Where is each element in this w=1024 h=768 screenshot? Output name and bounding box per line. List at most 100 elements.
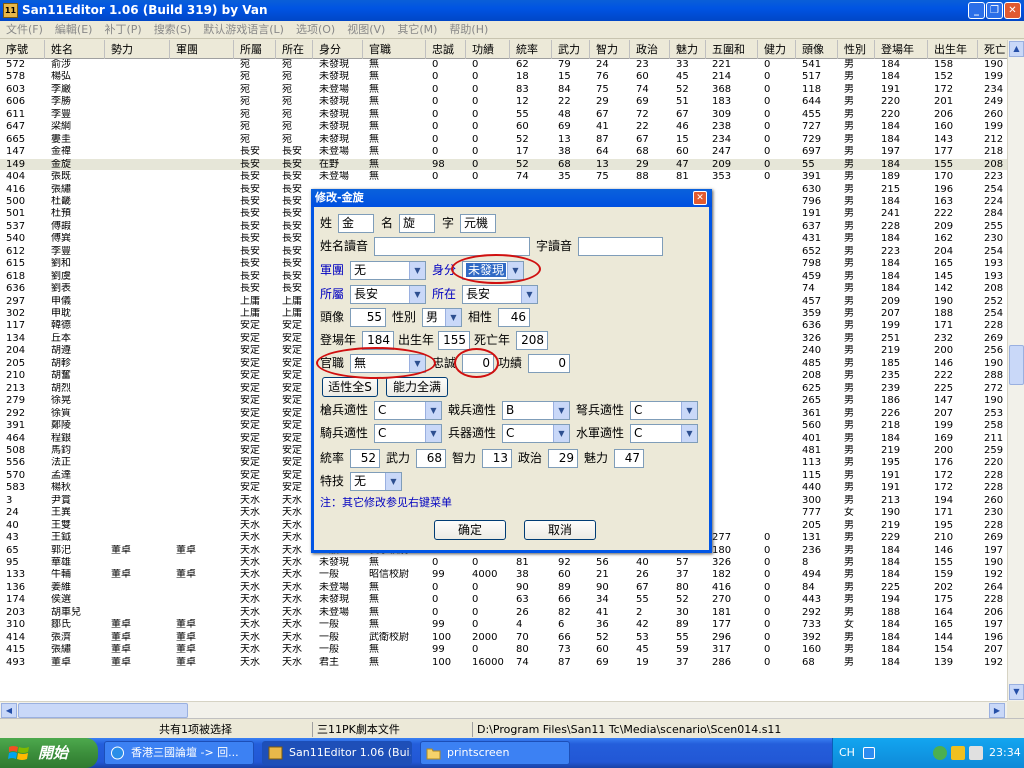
politics-field[interactable]: 29 (548, 449, 578, 468)
horizontal-scrollbar[interactable]: ◀ ▶ (0, 701, 1007, 718)
column-header[interactable]: 健力 (758, 40, 796, 59)
menu-item-8[interactable]: 帮助(H) (443, 21, 494, 39)
name-reading-field[interactable] (374, 237, 530, 256)
table-row[interactable]: 606 李勝 宛 宛 未發現 無 0 0 12 22 29 69 51 183 0 644 男 220 201 249 (0, 96, 1007, 108)
gender-select[interactable]: 男 ▼ (422, 308, 462, 327)
table-row[interactable]: 415 張繡 董卓 董卓 天水 天水 一般 無 99 0 80 73 60 45 59 317 0 160 男 184… (0, 644, 1007, 656)
menu-item-7[interactable]: 其它(M) (391, 21, 443, 39)
hscroll-thumb[interactable] (18, 703, 188, 718)
table-row[interactable]: 493 董卓 董卓 董卓 天水 天水 君主 無 100 16000 74 87 69 19 37 286 0 68… (0, 657, 1007, 669)
column-header[interactable]: 姓名 (45, 40, 105, 59)
table-row[interactable]: 578 楊弘 宛 宛 未發現 無 0 0 18 15 76 60 45 214 0 517 男 184 152 199 (0, 71, 1007, 83)
dialog-close-icon[interactable]: ✕ (693, 191, 707, 205)
help-icon[interactable] (863, 747, 875, 759)
task-forum[interactable]: 香港三國論壇 -> 回... (104, 741, 254, 765)
table-row[interactable]: 174 侯選 天水 天水 未發現 無 0 0 63 66 34 55 52 270 0 443 男 194 175 2… (0, 594, 1007, 606)
menu-item-4[interactable]: 默认游戏语言(L) (197, 21, 290, 39)
max-ability-button[interactable]: 能力全满 (386, 377, 448, 397)
style-name-field[interactable]: 元機 (460, 214, 496, 233)
column-header[interactable]: 死亡 (978, 40, 1007, 59)
intelligence-field[interactable]: 13 (482, 449, 512, 468)
column-header[interactable]: 出生年 (928, 40, 978, 59)
scroll-thumb[interactable] (1009, 345, 1024, 385)
menu-item-3[interactable]: 搜索(S) (148, 21, 198, 39)
birth-year-field[interactable]: 155 (438, 331, 470, 350)
skill-select[interactable]: 无 ▼ (350, 472, 402, 491)
scroll-down-icon[interactable]: ▼ (1009, 684, 1024, 700)
column-header[interactable]: 智力 (590, 40, 630, 59)
table-row[interactable]: 665 婁圭 宛 宛 未發現 無 0 0 52 13 87 67 15 234 0 729 男 184 143 212 (0, 134, 1007, 146)
scroll-right-icon[interactable]: ▶ (989, 703, 1005, 718)
spear-select[interactable]: C ▼ (374, 401, 442, 420)
minimize-button[interactable]: _ (968, 2, 985, 19)
vertical-scrollbar[interactable]: ▲ ▼ (1007, 40, 1024, 701)
table-row[interactable]: 603 李嚴 宛 宛 未登場 無 0 0 83 84 75 74 52 368 0 118 男 191 172 234 (0, 84, 1007, 96)
column-header[interactable]: 序號 (0, 40, 45, 59)
network-icon[interactable] (933, 746, 947, 760)
column-header[interactable]: 軍團 (170, 40, 234, 59)
column-header[interactable]: 忠誠 (426, 40, 466, 59)
close-button[interactable]: ✕ (1004, 2, 1021, 19)
task-printscreen[interactable]: printscreen (420, 741, 570, 765)
table-row[interactable]: 133 牛輔 董卓 董卓 天水 天水 一般 昭信校尉 99 4000 38 60 21 26 37 182 0 4… (0, 569, 1007, 581)
menu-item-2[interactable]: 补丁(P) (98, 21, 147, 39)
style-reading-field[interactable] (578, 237, 663, 256)
leadership-field[interactable]: 52 (350, 449, 380, 468)
column-header[interactable]: 五圍和 (706, 40, 758, 59)
column-header[interactable]: 統率 (510, 40, 552, 59)
column-header[interactable]: 登場年 (875, 40, 928, 59)
security-icon[interactable] (951, 746, 965, 760)
column-header[interactable]: 性別 (838, 40, 875, 59)
table-row[interactable]: 95 華雄 天水 天水 未發現 無 0 0 81 92 56 40 57 326 0 8 男 184 155 190 (0, 557, 1007, 569)
affinity-field[interactable]: 46 (498, 308, 530, 327)
column-header[interactable]: 武力 (552, 40, 590, 59)
table-row[interactable]: 572 俞涉 宛 宛 未發現 無 0 0 62 79 24 23 33 221 0 541 男 184 158 190 (0, 59, 1007, 71)
scroll-up-icon[interactable]: ▲ (1009, 41, 1024, 57)
language-indicator[interactable]: CH (839, 746, 855, 759)
merit-field[interactable]: 0 (528, 354, 570, 373)
ok-button[interactable]: 确定 (434, 520, 506, 540)
war-field[interactable]: 68 (416, 449, 446, 468)
table-row[interactable]: 414 張濟 董卓 董卓 天水 天水 一般 武衛校尉 100 2000 70 66 52 53 55 296 0… (0, 632, 1007, 644)
table-row[interactable]: 611 李豐 宛 宛 未發現 無 0 0 55 48 67 72 67 309 0 455 男 220 206 260 (0, 109, 1007, 121)
menu-item-6[interactable]: 视图(V) (341, 21, 391, 39)
charm-field[interactable]: 47 (614, 449, 644, 468)
column-header[interactable]: 身分 (313, 40, 363, 59)
bow-select[interactable]: C ▼ (630, 401, 698, 420)
maximize-button[interactable]: ❐ (986, 2, 1003, 19)
location-select[interactable]: 長安 ▼ (462, 285, 538, 304)
all-aptitude-s-button[interactable]: 适性全S (322, 377, 378, 397)
siege-select[interactable]: C ▼ (502, 424, 570, 443)
column-header[interactable]: 所屬 (234, 40, 276, 59)
menu-item-0[interactable]: 文件(F) (0, 21, 49, 39)
belong-select[interactable]: 長安 ▼ (350, 285, 426, 304)
column-header[interactable]: 所在 (276, 40, 313, 59)
menu-item-1[interactable]: 編輯(E) (49, 21, 99, 39)
column-header[interactable]: 魅力 (670, 40, 706, 59)
table-row[interactable]: 149 金旋 長安 長安 在野 無 98 0 52 68 13 29 47 209 0 55 男 184 155 20… (0, 158, 1007, 171)
column-header[interactable]: 官職 (363, 40, 426, 59)
column-header[interactable]: 政治 (630, 40, 670, 59)
surname-field[interactable]: 金 (338, 214, 374, 233)
cavalry-select[interactable]: C ▼ (374, 424, 442, 443)
start-button[interactable]: 開始 (0, 738, 98, 768)
corps-select[interactable]: 无 ▼ (350, 261, 426, 280)
navy-select[interactable]: C ▼ (630, 424, 698, 443)
cancel-button[interactable]: 取消 (524, 520, 596, 540)
table-row[interactable]: 136 姜維 天水 天水 未登場 無 0 0 90 89 90 67 80 416 0 84 男 225 202 26… (0, 582, 1007, 594)
table-row[interactable]: 147 金禕 長安 長安 未登場 無 0 0 17 38 64 68 60 247 0 697 男 197 177 2… (0, 146, 1007, 158)
column-header[interactable]: 頭像 (796, 40, 838, 59)
table-row[interactable]: 203 胡車兒 天水 天水 未登場 無 0 0 26 82 41 2 30 181 0 292 男 188 164 2… (0, 607, 1007, 619)
column-header[interactable]: 勢力 (105, 40, 170, 59)
task-san11editor[interactable]: San11Editor 1.06 (Bui... (262, 741, 412, 765)
volume-icon[interactable] (969, 746, 983, 760)
table-row[interactable]: 310 鄒氏 董卓 董卓 天水 天水 一般 無 99 0 4 6 36 42 89 177 0 733 女 184 16… (0, 619, 1007, 631)
table-row[interactable]: 404 張既 長安 長安 未登場 無 0 0 74 35 75 88 81 353 0 391 男 189 170 2… (0, 171, 1007, 183)
death-year-field[interactable]: 208 (516, 331, 548, 350)
table-row[interactable]: 647 梁綱 宛 宛 未發現 無 0 0 60 69 41 22 46 238 0 727 男 184 160 199 (0, 121, 1007, 133)
column-header[interactable]: 功績 (466, 40, 510, 59)
portrait-field[interactable]: 55 (350, 308, 386, 327)
menu-item-5[interactable]: 选项(O) (290, 21, 341, 39)
given-name-field[interactable]: 旋 (399, 214, 435, 233)
pike-select[interactable]: B ▼ (502, 401, 570, 420)
